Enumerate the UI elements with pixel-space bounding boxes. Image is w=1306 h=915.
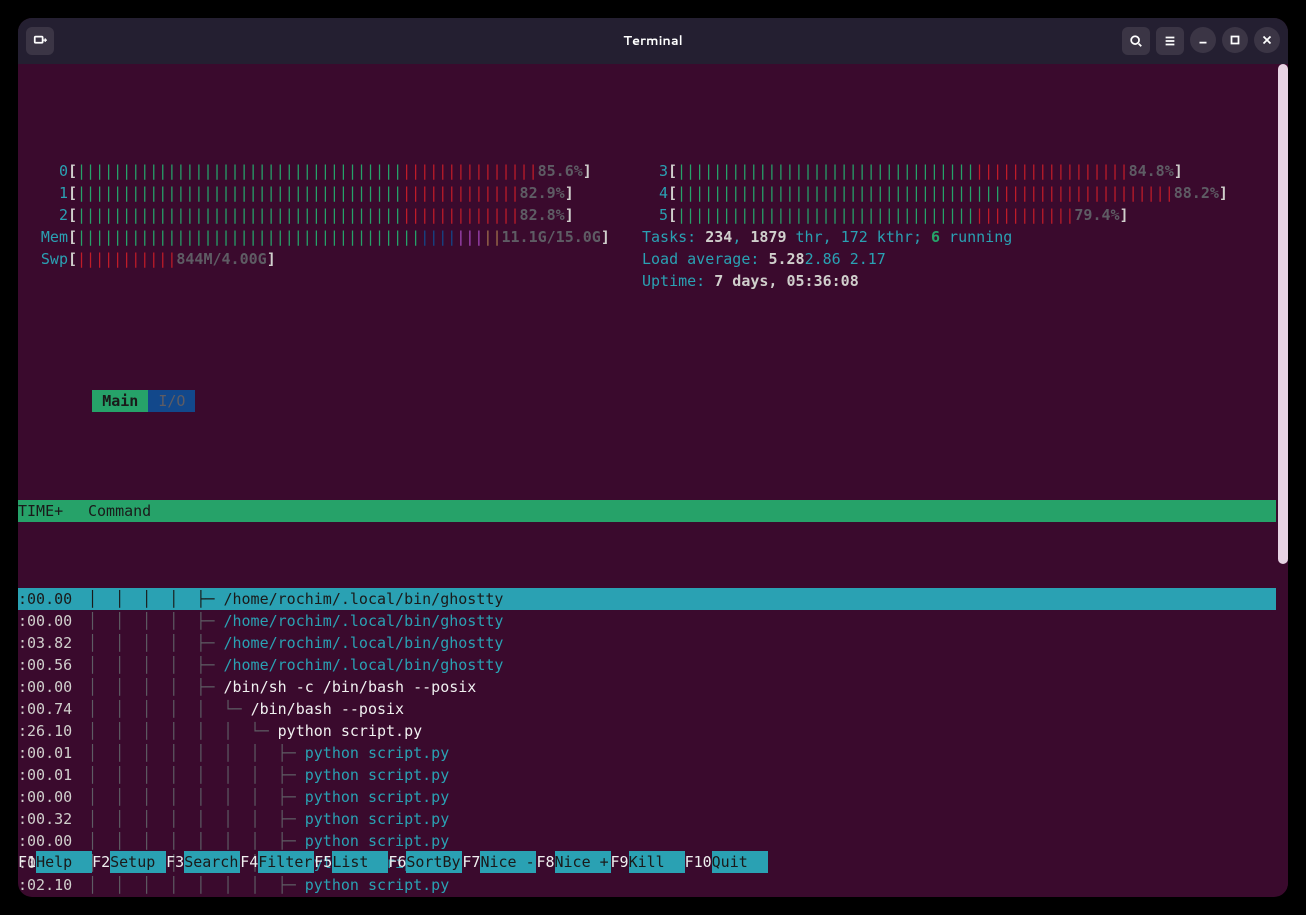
process-command: │ │ │ │ │ │ │ ├─ python script.py [88,786,1276,808]
scroll-thumb[interactable] [1278,64,1288,564]
hamburger-icon [1163,34,1177,48]
footer-action-setup[interactable]: Setup [110,851,166,873]
maximize-button[interactable] [1222,27,1248,53]
process-row[interactable]: :03.82│ │ │ │ ├─ /home/rochim/.local/bin… [18,632,1276,654]
process-command: │ │ │ │ ├─ /home/rochim/.local/bin/ghost… [88,632,1276,654]
footer-action-kill[interactable]: Kill [629,851,685,873]
window-title: Terminal [623,32,683,50]
process-time: :00.00 [18,676,88,698]
process-row[interactable]: :00.00│ │ │ │ ├─ /home/rochim/.local/bin… [18,610,1276,632]
footer-key: F2 [92,851,110,873]
process-time: :00.32 [18,808,88,830]
process-row[interactable]: :03.42│ │ │ │ │ │ │ ├─ python script.py [18,896,1276,897]
new-tab-button[interactable] [26,27,54,55]
process-row[interactable]: :00.56│ │ │ │ ├─ /home/rochim/.local/bin… [18,654,1276,676]
footer-key: F9 [611,851,629,873]
footer-key: F7 [462,851,480,873]
process-row[interactable]: :00.32│ │ │ │ │ │ │ ├─ python script.py [18,808,1276,830]
close-button[interactable] [1254,27,1280,53]
footer-key: F6 [388,851,406,873]
process-time: :00.00 [18,610,88,632]
process-row[interactable]: :00.00│ │ │ │ ├─ /home/rochim/.local/bin… [18,588,1276,610]
mem-row: Mem[||||||||||||||||||||||||||||||||||||… [18,226,1276,248]
minimize-button[interactable] [1190,27,1216,53]
footer-action-help[interactable]: Help [36,851,92,873]
process-command: │ │ │ │ ├─ /home/rochim/.local/bin/ghost… [88,610,1276,632]
maximize-icon [1228,33,1242,47]
tabs: MainI/O [18,368,1276,434]
process-time: :00.01 [18,742,88,764]
process-row[interactable]: :02.10│ │ │ │ │ │ │ ├─ python script.py [18,874,1276,896]
footer-action-list[interactable]: List [332,851,388,873]
footer-key: F5 [314,851,332,873]
process-command: │ │ │ │ │ │ │ ├─ python script.py [88,896,1276,897]
process-time: :00.00 [18,830,88,852]
process-time: :03.42 [18,896,88,897]
footer-action-nice -[interactable]: Nice - [480,851,536,873]
process-command: │ │ │ │ │ │ │ ├─ python script.py [88,742,1276,764]
meters: 0[||||||||||||||||||||||||||||||||||||||… [18,160,1276,292]
cpu-row-0: 0[||||||||||||||||||||||||||||||||||||||… [18,160,1276,182]
footer-key: F10 [685,851,712,873]
header-command[interactable]: Command [88,500,1276,522]
process-time: :00.00 [18,786,88,808]
process-time: :00.00 [18,588,88,610]
menu-button[interactable] [1156,27,1184,55]
process-row[interactable]: :00.01│ │ │ │ │ │ │ ├─ python script.py [18,764,1276,786]
process-command: │ │ │ │ │ │ │ ├─ python script.py [88,830,1276,852]
search-button[interactable] [1122,27,1150,55]
process-time: :00.01 [18,764,88,786]
cpu-row-2: 2[||||||||||||||||||||||||||||||||||||||… [18,204,1276,226]
process-command: │ │ │ │ │ │ └─ python script.py [88,720,1276,742]
process-time: :02.10 [18,874,88,896]
swp-row: Swp[||||||||||| 844M/4.00G]Load average:… [18,248,1276,270]
terminal-window: Terminal 0[|||||||||||||||||||||||||||||… [18,18,1288,897]
footer-action-nice +[interactable]: Nice + [555,851,611,873]
footer-key: F1 [18,851,36,873]
close-icon [1260,33,1274,47]
tab-main[interactable]: Main [92,390,148,412]
footer-action-search[interactable]: Search [184,851,240,873]
tab-io[interactable]: I/O [148,390,195,412]
process-command: │ │ │ │ │ │ │ ├─ python script.py [88,764,1276,786]
process-row[interactable]: :00.00│ │ │ │ ├─ /bin/sh -c /bin/bash --… [18,676,1276,698]
cpu-row-1: 1[||||||||||||||||||||||||||||||||||||||… [18,182,1276,204]
terminal-content[interactable]: 0[||||||||||||||||||||||||||||||||||||||… [18,64,1288,897]
footer-key: F8 [536,851,554,873]
process-command: │ │ │ │ ├─ /home/rochim/.local/bin/ghost… [88,654,1276,676]
process-time: :00.56 [18,654,88,676]
footer-key: F4 [240,851,258,873]
new-tab-icon [33,34,47,48]
process-command: │ │ │ │ ├─ /home/rochim/.local/bin/ghost… [88,588,1276,610]
process-row[interactable]: :00.74│ │ │ │ │ └─ /bin/bash --posix [18,698,1276,720]
minimize-icon [1196,33,1210,47]
process-command: │ │ │ │ ├─ /bin/sh -c /bin/bash --posix [88,676,1276,698]
process-row[interactable]: :26.10│ │ │ │ │ │ └─ python script.py [18,720,1276,742]
titlebar: Terminal [18,18,1288,64]
process-time: :03.82 [18,632,88,654]
process-command: │ │ │ │ │ └─ /bin/bash --posix [88,698,1276,720]
process-time: :00.74 [18,698,88,720]
process-row[interactable]: :00.00│ │ │ │ │ │ │ ├─ python script.py [18,830,1276,852]
uptime-row: Uptime: 7 days, 05:36:08 [18,270,1276,292]
search-icon [1129,34,1143,48]
process-row[interactable]: :00.01│ │ │ │ │ │ │ ├─ python script.py [18,742,1276,764]
footer-action-sortby[interactable]: SortBy [406,851,462,873]
process-row[interactable]: :00.00│ │ │ │ │ │ │ ├─ python script.py [18,786,1276,808]
header-time[interactable]: TIME+ [18,500,88,522]
footer: F1Help F2Setup F3SearchF4FilterF5List F6… [18,851,1288,873]
footer-key: F3 [166,851,184,873]
column-header[interactable]: TIME+Command [18,500,1276,522]
scrollbar[interactable] [1278,64,1288,897]
process-command: │ │ │ │ │ │ │ ├─ python script.py [88,808,1276,830]
footer-action-filter[interactable]: Filter [258,851,314,873]
process-time: :26.10 [18,720,88,742]
footer-action-quit[interactable]: Quit [712,851,768,873]
process-command: │ │ │ │ │ │ │ ├─ python script.py [88,874,1276,896]
